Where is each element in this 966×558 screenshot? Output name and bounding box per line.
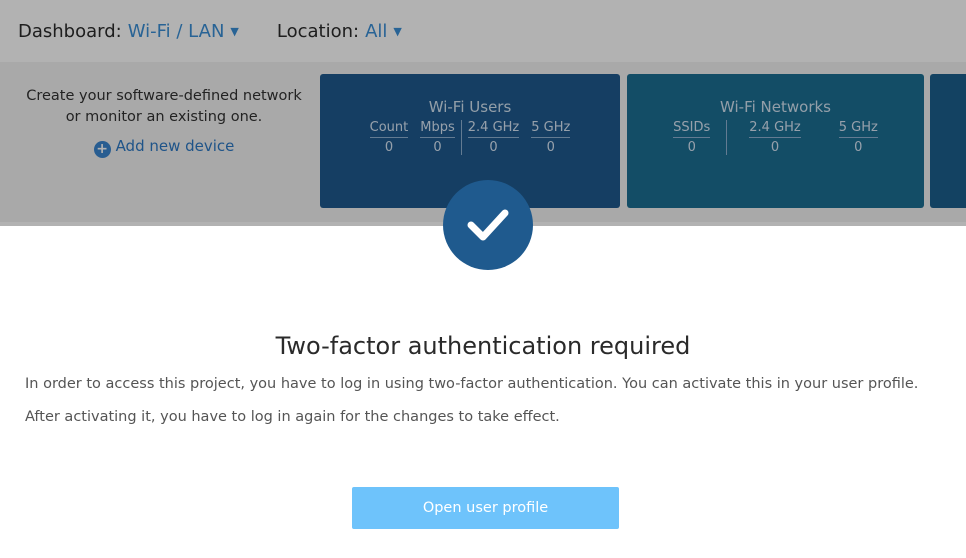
modal-title: Two-factor authentication required bbox=[275, 332, 691, 360]
open-user-profile-button[interactable]: Open user profile bbox=[352, 487, 619, 529]
modal-paragraph: After activating it, you have to log in … bbox=[25, 409, 560, 425]
checkmark-icon bbox=[443, 180, 533, 270]
modal-body: In order to access this project, you hav… bbox=[25, 374, 925, 440]
two-factor-modal: Two-factor authentication required In or… bbox=[0, 226, 966, 558]
page: Dashboard: Wi-Fi / LAN ▼ Location: All ▼… bbox=[0, 0, 966, 558]
modal-paragraph: In order to access this project, you hav… bbox=[25, 376, 919, 392]
